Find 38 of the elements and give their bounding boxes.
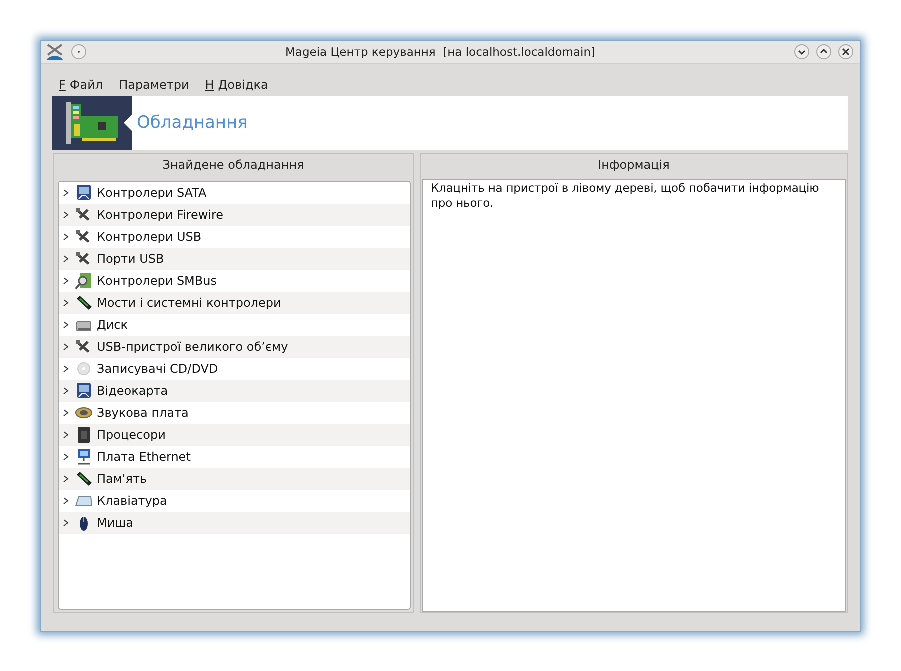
tree-item[interactable]: Миша — [59, 512, 410, 534]
tree-item[interactable]: Мости і системні контролери — [59, 292, 410, 314]
minimize-button[interactable] — [794, 44, 810, 60]
tree-item[interactable]: USB-пристрої великого об’єму — [59, 336, 410, 358]
window-title: Mageia Центр керування [на localhost.localdomain] — [284, 45, 596, 59]
disc-icon — [75, 360, 93, 378]
tree-item[interactable]: Контролери SATA — [59, 182, 410, 204]
magnifier-icon — [75, 272, 93, 290]
memory-stick-icon — [75, 294, 93, 312]
tree-item[interactable]: Контролери Firewire — [59, 204, 410, 226]
computer-icon — [75, 448, 93, 466]
pointer-notch — [124, 115, 132, 131]
maximize-button[interactable] — [816, 44, 832, 60]
close-button[interactable] — [838, 44, 854, 60]
column-header: Знайдене обладнання — [162, 157, 306, 174]
tree-item[interactable]: Диск — [59, 314, 410, 336]
menu-item[interactable]: H Довідка — [205, 78, 268, 92]
tree-item[interactable]: Плата Ethernet — [59, 446, 410, 468]
tree-item[interactable]: Пам'ять — [59, 468, 410, 490]
tree-item[interactable]: Звукова плата — [59, 402, 410, 424]
monitor-icon — [75, 184, 93, 202]
monitor-icon — [75, 382, 93, 400]
app-icon — [45, 43, 65, 61]
chip-icon — [75, 426, 93, 444]
menu-item[interactable]: Параметри — [119, 78, 190, 92]
sound-card-icon — [64, 102, 120, 144]
memory-stick-icon — [75, 470, 93, 488]
info-text: Клацніть на пристрої в лівому дереві, щоб побачити інформацію про нього. — [430, 180, 820, 212]
tree-item[interactable]: Порти USB — [59, 248, 410, 270]
tree-item[interactable]: Записувачі CD/DVD — [59, 358, 410, 380]
tree-item[interactable]: Контролери USB — [59, 226, 410, 248]
tree-item[interactable]: Контролери SMBus — [59, 270, 410, 292]
menu-item[interactable]: F Файл — [59, 78, 104, 92]
tree-item[interactable]: Клавіатура — [59, 490, 410, 512]
tree-item[interactable]: Процесори — [59, 424, 410, 446]
tree-item[interactable]: Відеокарта — [59, 380, 410, 402]
column-header: Інформація — [597, 157, 671, 174]
page-title: Обладнання — [137, 113, 248, 133]
